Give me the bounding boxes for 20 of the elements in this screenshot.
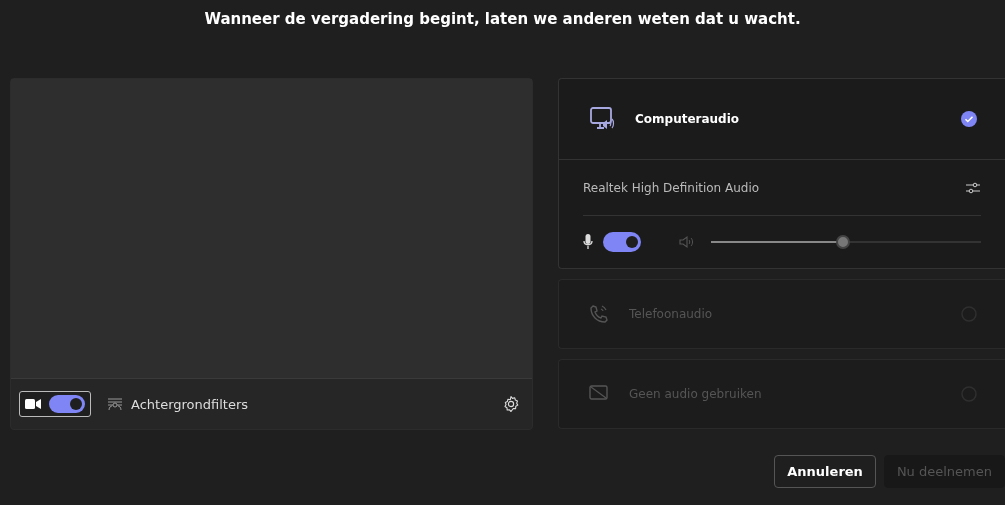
audio-option-card[interactable]: Computeraudio Realtek High Definition Audio <box>558 78 1005 269</box>
audio-device-name[interactable]: Realtek High Definition Audio <box>583 180 760 195</box>
settings-icon[interactable] <box>502 395 520 413</box>
monitor-speaker-icon <box>589 106 615 132</box>
cancel-button[interactable]: Annuleren <box>774 455 876 488</box>
audio-option-label: Computeraudio <box>635 112 741 126</box>
background-effects-icon <box>107 397 123 411</box>
audio-option-label: Geen audio gebruiken <box>629 387 763 401</box>
video-camera-icon <box>25 398 41 410</box>
phone-icon <box>589 304 609 324</box>
camera-toggle[interactable] <box>19 391 91 417</box>
speaker-icon <box>679 235 693 249</box>
checkmark-circle-icon <box>961 111 977 127</box>
microphone-icon <box>583 234 593 250</box>
sliders-icon[interactable] <box>965 180 981 195</box>
microphone-toggle[interactable] <box>603 232 641 252</box>
background-filters-button[interactable]: Achtergrondfilters <box>131 396 494 412</box>
monitor-icon <box>589 385 609 403</box>
heading: Wanneer de vergadering begint, laten we anderen weten dat u wacht. <box>203 9 802 30</box>
audio-option-label: Telefoonaudio <box>629 307 714 321</box>
